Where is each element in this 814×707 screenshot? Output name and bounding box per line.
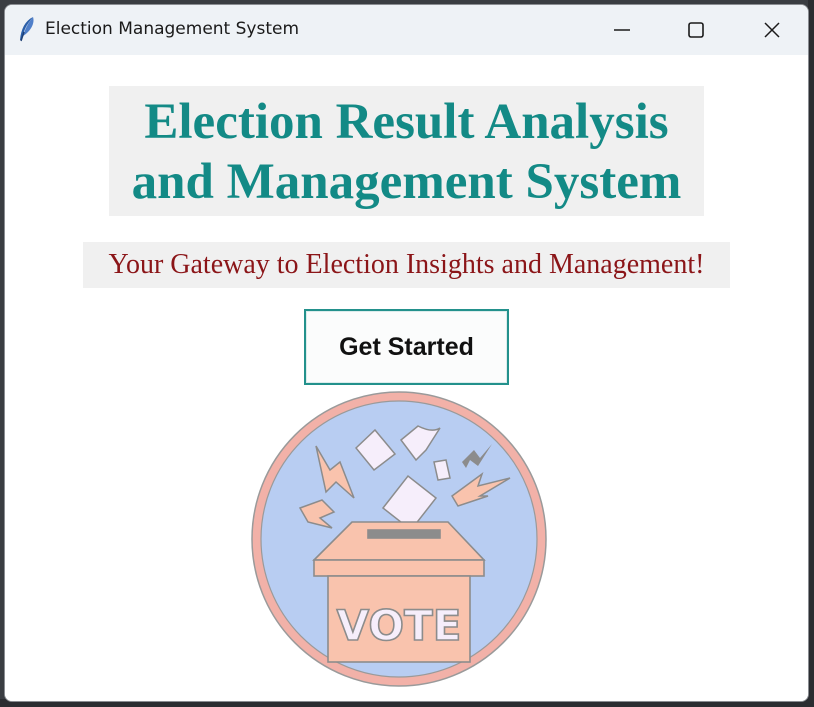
feather-icon xyxy=(17,15,37,43)
page-subtitle: Your Gateway to Election Insights and Ma… xyxy=(108,249,705,280)
get-started-button[interactable]: Get Started xyxy=(304,309,509,385)
main-content: Election Result Analysis and Management … xyxy=(5,55,808,701)
window-title: Election Management System xyxy=(45,19,300,39)
page-title-line-2: and Management System xyxy=(131,154,682,210)
maximize-icon xyxy=(687,21,705,39)
heading-panel: Election Result Analysis and Management … xyxy=(109,86,704,216)
title-bar[interactable]: Election Management System xyxy=(5,5,808,55)
minimize-icon xyxy=(613,21,631,39)
vote-text: VOTE xyxy=(337,601,462,650)
maximize-button[interactable] xyxy=(659,5,733,55)
page-title-line-1: Election Result Analysis xyxy=(144,94,669,150)
close-icon xyxy=(763,21,781,39)
app-window: Election Management System Election Resu… xyxy=(4,4,809,702)
vote-ballot-box-illustration: VOTE xyxy=(248,388,550,690)
close-button[interactable] xyxy=(735,5,808,55)
minimize-button[interactable] xyxy=(585,5,659,55)
subtitle-panel: Your Gateway to Election Insights and Ma… xyxy=(83,242,730,288)
